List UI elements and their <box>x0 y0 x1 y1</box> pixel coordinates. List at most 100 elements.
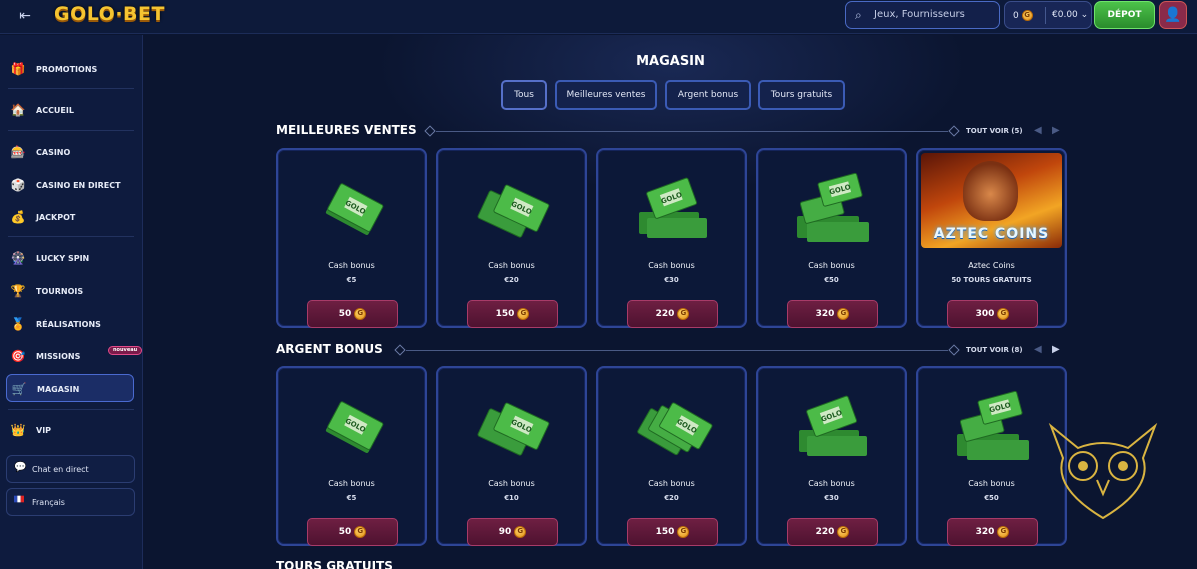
search-input[interactable]: ⌕ Jeux, Fournisseurs <box>845 1 1000 29</box>
top-bar: ⇤ GOLO·BET ⌕ Jeux, Fournisseurs 0 G €0.0… <box>0 0 1197 34</box>
sidebar-item-accueil[interactable]: 🏠 Accueil <box>6 96 134 124</box>
buy-button[interactable]: 220 G <box>787 518 878 546</box>
card-name: Cash bonus <box>808 479 855 488</box>
section-line <box>406 350 948 351</box>
buy-button[interactable]: 50 G <box>307 518 398 546</box>
wallet-dropdown[interactable]: 0 G €0.00 ⌄ <box>1004 1 1092 29</box>
coin-icon: G <box>1021 10 1033 21</box>
card-value: €10 <box>504 494 519 502</box>
sidebar-item-magasin[interactable]: 🛒 Magasin <box>6 374 134 402</box>
card-value: €20 <box>664 494 679 502</box>
price-value: 320 <box>815 309 835 319</box>
card-name: Cash bonus <box>328 479 375 488</box>
buy-button[interactable]: 150 G <box>467 300 558 328</box>
target-icon: 🎯 <box>10 349 26 363</box>
sidebar-divider <box>8 130 134 131</box>
card-value: €30 <box>664 276 679 284</box>
price-value: 150 <box>495 309 515 319</box>
cash-stack-icon: GOLO <box>477 184 550 238</box>
coin-icon: G <box>997 525 1010 538</box>
prev-arrow-icon[interactable]: ◀ <box>1034 344 1042 355</box>
coin-icon: G <box>997 307 1010 320</box>
points-display: 0 G <box>1013 10 1033 21</box>
live-casino-icon: 🎲 <box>10 178 26 192</box>
sidebar: 🎁 Promotions 🏠 Accueil 🎰 Casino 🎲 Casino… <box>0 35 143 569</box>
sidebar-item-tournois[interactable]: 🏆 Tournois <box>6 277 134 305</box>
shop-card[interactable]: GOLO Cash bonus €20 150 G <box>436 148 587 328</box>
card-value: 50 TOURS GRATUITS <box>951 276 1032 284</box>
shop-card[interactable]: GOLO Cash bonus €30 220 G <box>756 366 907 546</box>
wheel-icon: 🎡 <box>10 251 26 265</box>
sidebar-item-promotions[interactable]: 🎁 Promotions <box>6 55 134 83</box>
shop-card[interactable]: GOLO Cash bonus €5 50 G <box>276 148 427 328</box>
section-header-meilleures-ventes: Meilleures ventes Tout voir (5) ◀ ▶ <box>276 123 1068 139</box>
collapse-menu-icon[interactable]: ⇤ <box>14 6 36 26</box>
balance-display: €0.00 ⌄ <box>1052 10 1088 20</box>
sidebar-item-casino[interactable]: 🎰 Casino <box>6 138 134 166</box>
logo[interactable]: GOLO·BET <box>54 3 165 25</box>
sidebar-item-jackpot[interactable]: 💰 Jackpot <box>6 203 134 231</box>
coin-icon: G <box>514 525 527 538</box>
shop-card[interactable]: GOLO Cash bonus €30 220 G <box>596 148 747 328</box>
buy-button[interactable]: 150 G <box>627 518 718 546</box>
sidebar-item-live-casino[interactable]: 🎲 Casino en direct <box>6 171 134 199</box>
shop-card[interactable]: GOLO Cash bonus €20 150 G <box>596 366 747 546</box>
gift-icon: 🎁 <box>10 62 26 76</box>
cash-stack-icon: GOLO <box>325 401 384 453</box>
price-value: 90 <box>498 527 512 537</box>
tab-meilleures-ventes[interactable]: Meilleures ventes <box>555 80 657 110</box>
next-arrow-icon[interactable]: ▶ <box>1052 344 1060 355</box>
main-content: MAGASIN Tous Meilleures ventes Argent bo… <box>144 35 1197 569</box>
see-all-link[interactable]: Tout voir (8) <box>966 346 1023 354</box>
sidebar-item-vip[interactable]: 👑 VIP <box>6 416 134 444</box>
shop-card[interactable]: GOLO Cash bonus €5 50 G <box>276 366 427 546</box>
shop-card[interactable]: GOLO Cash bonus €10 90 G <box>436 366 587 546</box>
card-value: €20 <box>504 276 519 284</box>
section-title: Meilleures ventes <box>276 123 417 137</box>
deposit-button[interactable]: DÉPOT <box>1094 1 1155 29</box>
tab-tours-gratuits[interactable]: Tours gratuits <box>758 80 845 110</box>
sidebar-item-missions[interactable]: 🎯 Missions nouveau <box>6 342 143 370</box>
next-arrow-icon[interactable]: ▶ <box>1052 125 1060 136</box>
shop-card-aztec-coins[interactable]: AZTEC COINS Aztec Coins 50 TOURS GRATUIT… <box>916 148 1067 328</box>
card-value: €50 <box>824 276 839 284</box>
tab-tous[interactable]: Tous <box>501 80 547 110</box>
coin-icon: G <box>517 307 530 320</box>
language-selector[interactable]: Français <box>6 488 135 516</box>
buy-button[interactable]: 50 G <box>307 300 398 328</box>
section-header-argent-bonus: Argent bonus Tout voir (8) ◀ ▶ <box>276 342 1068 358</box>
search-placeholder: Jeux, Fournisseurs <box>874 9 965 20</box>
buy-button[interactable]: 220 G <box>627 300 718 328</box>
card-name: Cash bonus <box>808 261 855 270</box>
cash-stack-icon: GOLO <box>797 172 869 242</box>
crown-icon: 👑 <box>10 423 26 437</box>
cash-stack-icon: GOLO <box>799 395 867 456</box>
see-all-link[interactable]: Tout voir (5) <box>966 127 1023 135</box>
prev-arrow-icon[interactable]: ◀ <box>1034 125 1042 136</box>
medal-icon: 🏅 <box>10 317 26 331</box>
coin-icon: G <box>354 525 367 538</box>
cash-stack-icon: GOLO <box>637 402 713 456</box>
section-ornament <box>424 125 436 137</box>
card-name: Aztec Coins <box>968 261 1015 270</box>
aztec-warrior-image <box>963 161 1018 221</box>
coin-icon: G <box>677 307 690 320</box>
price-value: 320 <box>975 527 995 537</box>
points-value: 0 <box>1013 11 1019 21</box>
cash-stack-icon: GOLO <box>325 183 384 235</box>
cash-stack-icon: GOLO <box>957 390 1029 460</box>
sidebar-item-realisations[interactable]: 🏅 Réalisations <box>6 310 134 338</box>
live-chat-button[interactable]: 💬 Chat en direct <box>6 455 135 483</box>
buy-button[interactable]: 300 G <box>947 300 1038 328</box>
shop-card[interactable]: GOLO Cash bonus €50 320 G <box>756 148 907 328</box>
home-icon: 🏠 <box>10 103 26 117</box>
user-avatar[interactable]: 👤 <box>1159 1 1187 29</box>
owl-watermark-icon <box>1048 422 1158 520</box>
price-value: 220 <box>815 527 835 537</box>
search-icon: ⌕ <box>855 8 862 22</box>
sidebar-item-lucky-spin[interactable]: 🎡 Lucky Spin <box>6 244 134 272</box>
buy-button[interactable]: 320 G <box>787 300 878 328</box>
tab-argent-bonus[interactable]: Argent bonus <box>665 80 751 110</box>
buy-button[interactable]: 90 G <box>467 518 558 546</box>
buy-button[interactable]: 320 G <box>947 518 1038 546</box>
